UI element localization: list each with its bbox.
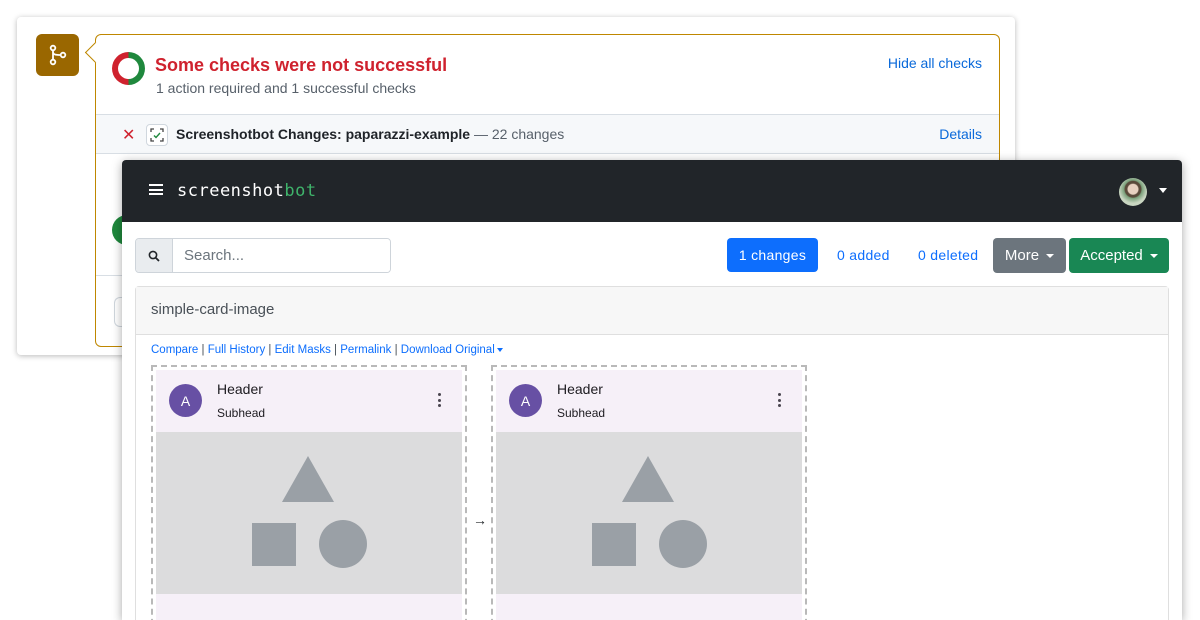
check-description: — 22 changes bbox=[470, 126, 565, 142]
shapes-placeholder-icon bbox=[592, 456, 707, 568]
screenshot-card-preview: A Header Subhead bbox=[496, 370, 802, 620]
preview-header: Header bbox=[217, 381, 263, 397]
search-input[interactable] bbox=[173, 239, 390, 272]
screenshot-card-preview: A Header Subhead bbox=[156, 370, 462, 620]
media-placeholder bbox=[156, 432, 462, 594]
user-menu-caret-icon[interactable] bbox=[1159, 188, 1167, 193]
change-card: simple-card-image Compare | Full History… bbox=[135, 286, 1169, 620]
added-tab-link[interactable]: 0 added bbox=[837, 247, 890, 263]
kebab-menu-icon bbox=[778, 393, 782, 410]
screenshotbot-app-icon bbox=[146, 124, 168, 146]
search-icon bbox=[148, 250, 160, 262]
full-history-link[interactable]: Full History bbox=[208, 344, 266, 356]
fail-x-icon: ✕ bbox=[122, 127, 136, 144]
caret-down-icon bbox=[1149, 253, 1158, 258]
checks-subtitle: 1 action required and 1 successful check… bbox=[156, 80, 416, 96]
compare-link[interactable]: Compare bbox=[151, 344, 198, 356]
hamburger-menu-icon[interactable] bbox=[149, 184, 163, 198]
kebab-menu-icon bbox=[438, 393, 442, 410]
media-placeholder bbox=[496, 432, 802, 594]
preview-header: Header bbox=[557, 381, 603, 397]
merge-status-badge bbox=[36, 34, 79, 76]
hide-all-checks-link[interactable]: Hide all checks bbox=[888, 55, 982, 71]
brand-main: screenshot bbox=[177, 181, 285, 201]
after-screenshot[interactable]: A Header Subhead bbox=[491, 365, 807, 620]
action-links: Compare | Full History | Edit Masks | Pe… bbox=[151, 344, 503, 356]
accepted-dropdown-button[interactable]: Accepted bbox=[1069, 238, 1169, 273]
brand-accent: bot bbox=[284, 181, 317, 201]
right-arrow-icon: → bbox=[473, 512, 487, 528]
brand-logo[interactable]: screenshotbot bbox=[177, 181, 317, 201]
more-label: More bbox=[1004, 247, 1040, 264]
card-title: simple-card-image bbox=[136, 287, 1168, 335]
screenshotbot-window: screenshotbot 1 changes 0 added 0 delete… bbox=[122, 160, 1182, 620]
check-name: Screenshotbot Changes: paparazzi-example… bbox=[176, 126, 564, 142]
download-caret-icon[interactable] bbox=[496, 347, 503, 352]
details-link[interactable]: Details bbox=[939, 126, 982, 142]
changes-tab-button[interactable]: 1 changes bbox=[727, 238, 818, 272]
search-button[interactable] bbox=[136, 239, 173, 272]
preview-avatar: A bbox=[509, 384, 542, 417]
toolbar: 1 changes 0 added 0 deleted More Accepte… bbox=[122, 222, 1182, 286]
link-separator: | bbox=[330, 344, 341, 356]
accepted-label: Accepted bbox=[1080, 247, 1143, 264]
user-avatar[interactable] bbox=[1119, 178, 1147, 206]
download-original-link[interactable]: Download Original bbox=[401, 344, 495, 356]
preview-subhead: Subhead bbox=[557, 406, 606, 420]
check-status-ring-icon bbox=[112, 52, 145, 85]
permalink-link[interactable]: Permalink bbox=[340, 344, 391, 356]
check-row: ✕ Screenshotbot Changes: paparazzi-examp… bbox=[96, 114, 999, 154]
preview-subhead: Subhead bbox=[217, 406, 266, 420]
deleted-tab-link[interactable]: 0 deleted bbox=[918, 247, 978, 263]
search-group bbox=[135, 238, 391, 273]
navbar: screenshotbot bbox=[122, 160, 1182, 222]
caret-down-icon bbox=[1046, 253, 1055, 258]
preview-avatar: A bbox=[169, 384, 202, 417]
git-merge-icon bbox=[49, 44, 66, 66]
link-separator: | bbox=[265, 344, 275, 356]
checks-title: Some checks were not successful bbox=[155, 55, 448, 75]
link-separator: | bbox=[198, 344, 208, 356]
edit-masks-link[interactable]: Edit Masks bbox=[275, 344, 331, 356]
more-dropdown-button[interactable]: More bbox=[993, 238, 1066, 273]
before-screenshot[interactable]: A Header Subhead bbox=[151, 365, 467, 620]
link-separator: | bbox=[391, 344, 401, 356]
check-title: Screenshotbot Changes: paparazzi-example bbox=[176, 126, 471, 142]
shapes-placeholder-icon bbox=[252, 456, 367, 568]
